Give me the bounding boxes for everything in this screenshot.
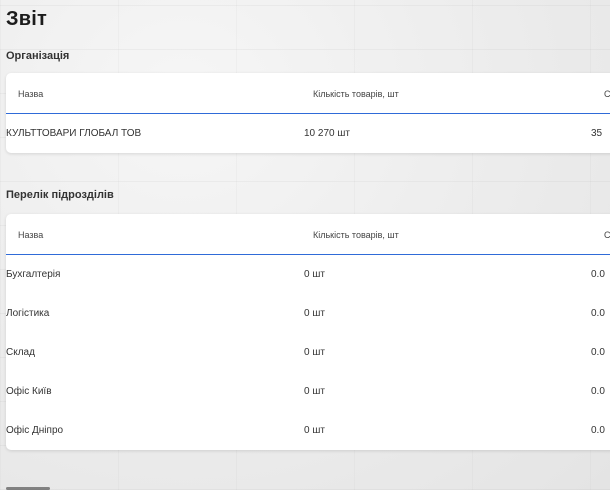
departments-section-title: Перелік підрозділів <box>6 189 114 201</box>
departments-table-header: Назва Кількість товарів, шт С <box>6 214 610 255</box>
department-name: Склад <box>6 347 35 358</box>
table-row[interactable]: КУЛЬТТОВАРИ ГЛОБАЛ ТОВ 10 270 шт 35 <box>6 114 610 153</box>
table-row[interactable]: Офіс Дніпро 0 шт 0.0 <box>6 411 610 450</box>
department-sum: 0.0 <box>591 347 605 358</box>
department-qty: 0 шт <box>304 386 325 397</box>
page-title: Звіт <box>6 8 47 30</box>
organization-qty: 10 270 шт <box>304 128 350 139</box>
department-sum: 0.0 <box>591 269 605 280</box>
organization-section-title: Організація <box>6 50 70 62</box>
table-row[interactable]: Склад 0 шт 0.0 <box>6 333 610 372</box>
department-sum: 0.0 <box>591 308 605 319</box>
organization-name: КУЛЬТТОВАРИ ГЛОБАЛ ТОВ <box>6 128 142 139</box>
table-row[interactable]: Офіс Київ 0 шт 0.0 <box>6 372 610 411</box>
table-row[interactable]: Бухгалтерія 0 шт 0.0 <box>6 255 610 294</box>
department-qty: 0 шт <box>304 308 325 319</box>
department-sum: 0.0 <box>591 386 605 397</box>
department-qty: 0 шт <box>304 425 325 436</box>
department-sum: 0.0 <box>591 425 605 436</box>
column-header-name[interactable]: Назва <box>18 214 43 256</box>
department-qty: 0 шт <box>304 269 325 280</box>
departments-table: Назва Кількість товарів, шт С Бухгалтері… <box>6 214 610 450</box>
column-header-sum[interactable]: С <box>604 73 610 115</box>
column-header-sum[interactable]: С <box>604 214 610 256</box>
table-row[interactable]: Логістика 0 шт 0.0 <box>6 294 610 333</box>
next-section-title-fragment <box>6 482 66 490</box>
column-header-qty[interactable]: Кількість товарів, шт <box>313 214 399 256</box>
column-header-qty[interactable]: Кількість товарів, шт <box>313 73 399 115</box>
department-name: Офіс Дніпро <box>6 425 64 436</box>
organization-table-header: Назва Кількість товарів, шт С <box>6 73 610 114</box>
report-page: Звіт Організація Назва Кількість товарів… <box>0 0 610 490</box>
department-name: Офіс Київ <box>6 386 52 397</box>
column-header-name[interactable]: Назва <box>18 73 43 115</box>
department-name: Бухгалтерія <box>6 269 61 280</box>
department-qty: 0 шт <box>304 347 325 358</box>
organization-table: Назва Кількість товарів, шт С КУЛЬТТОВАР… <box>6 73 610 153</box>
department-name: Логістика <box>6 308 50 319</box>
organization-sum: 35 <box>591 128 603 139</box>
